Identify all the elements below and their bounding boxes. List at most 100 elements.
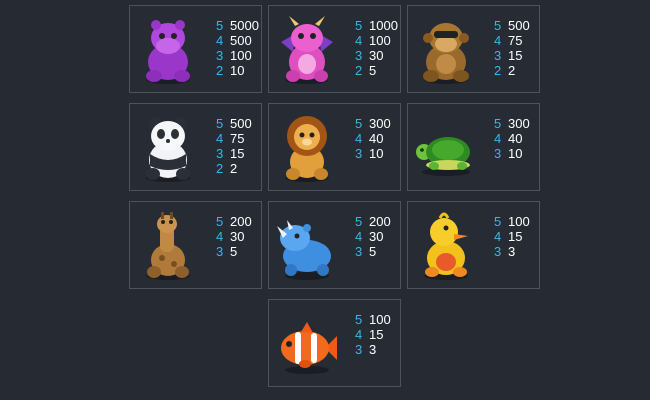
payout-value: 200 [369, 214, 391, 229]
payout-value: 15 [508, 229, 523, 244]
symbol-count: 5 [216, 116, 224, 131]
pay-row: 33 [355, 342, 391, 357]
symbol-count: 4 [494, 33, 502, 48]
symbol-count: 2 [494, 63, 502, 78]
symbol-count: 5 [355, 18, 363, 33]
panda-icon [136, 110, 200, 186]
payout-value: 5 [369, 244, 377, 259]
pay-values: 5 300 4 40 3 10 [494, 116, 530, 161]
payout-value: 10 [508, 146, 523, 161]
payout-value: 10 [369, 146, 384, 161]
symbol-count: 4 [216, 229, 224, 244]
symbol-count: 3 [355, 48, 363, 63]
pay-values: 5 500 4 75 3 15 22 [494, 18, 530, 78]
symbol-count: 4 [355, 33, 363, 48]
pay-row: 2 10 [216, 63, 259, 78]
symbol-count: 4 [216, 33, 224, 48]
payout-value: 75 [230, 131, 245, 146]
payout-value: 500 [508, 18, 530, 33]
payout-value: 300 [369, 116, 391, 131]
pay-row: 3 100 [216, 48, 259, 63]
pay-values: 5 500 4 75 3 15 22 [216, 116, 252, 176]
pay-values: 5 1000 4 100 3 30 25 [355, 18, 398, 78]
symbol-count: 3 [355, 146, 363, 161]
pay-row: 3 15 [494, 48, 530, 63]
paytable-card-lion: 5 300 4 40 3 10 [268, 103, 401, 191]
symbol-count: 2 [355, 63, 363, 78]
green-turtle-icon [414, 110, 478, 186]
pay-row: 22 [494, 63, 530, 78]
symbol-count: 5 [216, 18, 224, 33]
pay-row: 4 100 [355, 33, 398, 48]
paytable-card-turtle: 5 300 4 40 3 10 [407, 103, 540, 191]
pay-row: 5 100 [494, 214, 530, 229]
payout-value: 40 [369, 131, 384, 146]
payout-value: 5000 [230, 18, 259, 33]
pay-row: 22 [216, 161, 252, 176]
pay-row: 5 100 [355, 312, 391, 327]
symbol-count: 5 [355, 214, 363, 229]
paytable-card-giraffe: 5 200 4 30 35 [129, 201, 262, 289]
payout-value: 15 [230, 146, 245, 161]
symbol-count: 3 [216, 146, 224, 161]
pay-row: 3 10 [494, 146, 530, 161]
pay-row: 5 200 [355, 214, 391, 229]
symbol-count: 4 [216, 131, 224, 146]
payout-value: 5 [230, 244, 238, 259]
pay-values: 5 5000 4 500 3 100 2 10 [216, 18, 259, 78]
symbol-count: 5 [494, 214, 502, 229]
lion-icon [275, 110, 339, 186]
pay-row: 5 200 [216, 214, 252, 229]
paytable-card-monkey: 5 500 4 75 3 15 22 [407, 5, 540, 93]
symbol-count: 4 [355, 229, 363, 244]
pay-row: 4 30 [355, 229, 391, 244]
pay-row: 4 30 [216, 229, 252, 244]
symbol-count: 3 [216, 244, 224, 259]
symbol-count: 3 [494, 244, 502, 259]
pink-dragon-icon [275, 12, 339, 88]
symbol-count: 3 [216, 48, 224, 63]
pay-row: 33 [494, 244, 530, 259]
pay-values: 5 200 4 30 35 [216, 214, 252, 259]
pay-row: 4 15 [494, 229, 530, 244]
symbol-count: 4 [494, 229, 502, 244]
giraffe-icon [136, 208, 200, 284]
pay-row: 5 300 [355, 116, 391, 131]
paytable-card-duck: 5 100 4 15 33 [407, 201, 540, 289]
pay-row: 4 40 [355, 131, 391, 146]
payout-value: 100 [508, 214, 530, 229]
clownfish-icon [275, 306, 339, 382]
payout-value: 15 [508, 48, 523, 63]
pay-row: 4 500 [216, 33, 259, 48]
payout-value: 10 [230, 63, 245, 78]
symbol-count: 2 [216, 161, 224, 176]
paytable-card-clownfish: 5 100 4 15 33 [268, 299, 401, 387]
payout-value: 100 [230, 48, 252, 63]
payout-value: 30 [369, 48, 384, 63]
pay-row: 5 300 [494, 116, 530, 131]
payout-value: 500 [230, 116, 252, 131]
payout-value: 100 [369, 312, 391, 327]
symbol-count: 3 [494, 48, 502, 63]
symbol-count: 5 [355, 312, 363, 327]
pay-row: 3 10 [355, 146, 391, 161]
brown-monkey-icon [414, 12, 478, 88]
payout-value: 200 [230, 214, 252, 229]
pay-row: 35 [355, 244, 391, 259]
symbol-count: 4 [494, 131, 502, 146]
symbol-count: 5 [355, 116, 363, 131]
pay-row: 25 [355, 63, 398, 78]
yellow-duck-icon [414, 208, 478, 284]
pay-row: 5 1000 [355, 18, 398, 33]
pay-values: 5 100 4 15 33 [355, 312, 391, 357]
symbol-count: 3 [494, 146, 502, 161]
payout-value: 3 [369, 342, 377, 357]
pay-row: 4 40 [494, 131, 530, 146]
pay-values: 5 200 4 30 35 [355, 214, 391, 259]
pay-row: 5 500 [494, 18, 530, 33]
paytable-card-hippo: 5 5000 4 500 3 100 2 10 [129, 5, 262, 93]
payout-value: 500 [230, 33, 252, 48]
pay-row: 4 15 [355, 327, 391, 342]
payout-value: 5 [369, 63, 377, 78]
payout-value: 75 [508, 33, 523, 48]
